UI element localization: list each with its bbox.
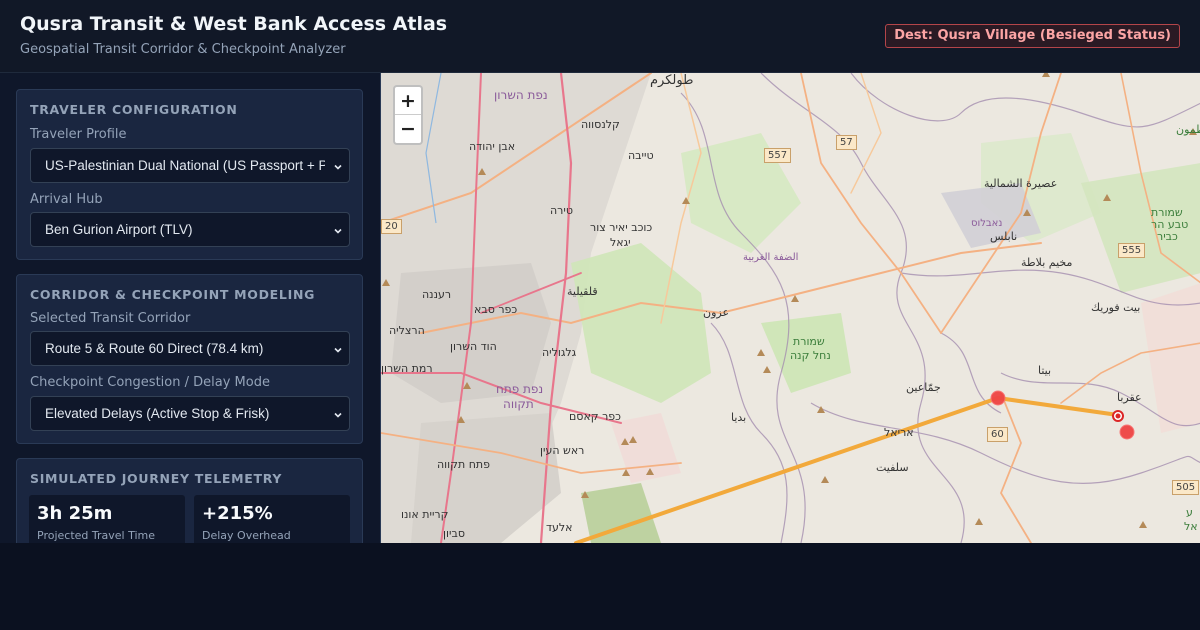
delay-overhead-metric: +215% Delay Overhead <box>194 495 350 543</box>
map-label: عزون <box>703 306 730 319</box>
delay-mode-label: Checkpoint Congestion / Delay Mode <box>30 375 270 390</box>
route-shield: 20 <box>381 219 402 234</box>
map-label: שמורת <box>793 335 825 348</box>
zoom-out-button[interactable]: − <box>395 115 421 143</box>
map-label: נפת השרון <box>494 88 548 102</box>
transit-corridor-select[interactable]: Route 5 & Route 60 Direct (78.4 km) <box>30 331 350 366</box>
zoom-in-button[interactable]: + <box>395 87 421 115</box>
travel-time-label: Projected Travel Time <box>37 529 155 542</box>
route-shield: 57 <box>836 135 857 150</box>
map-label: כפר סבא <box>474 303 518 316</box>
page-subtitle: Geospatial Transit Corridor & Checkpoint… <box>20 42 346 57</box>
page-title: Qusra Transit & West Bank Access Atlas <box>20 13 448 35</box>
corridor-modeling-heading: CORRIDOR & CHECKPOINT MODELING <box>30 287 316 302</box>
app-header: Qusra Transit & West Bank Access Atlas G… <box>0 0 1200 73</box>
travel-time-value: 3h 25m <box>37 503 113 524</box>
chevron-down-icon <box>334 228 342 234</box>
map-label: כוכב יאיר צור <box>590 221 653 234</box>
map-label: קריית אונו <box>401 508 449 521</box>
map-label: نابلس <box>990 230 1018 243</box>
map-label: טירה <box>550 204 573 217</box>
destination-marker-dot <box>1115 413 1121 419</box>
map-label: רמת השרון <box>381 362 433 375</box>
route-shield: 555 <box>1118 243 1146 258</box>
map-label: طولكرم <box>650 73 694 88</box>
map-label: נאבלוס <box>971 218 1003 229</box>
traveler-configuration-heading: TRAVELER CONFIGURATION <box>30 102 238 117</box>
map-label: נפת פתח <box>496 382 544 396</box>
map-label: ראש העין <box>540 444 585 457</box>
traveler-profile-value: US-Palestinian Dual National (US Passpor… <box>45 158 325 173</box>
app-window: Qusra Transit & West Bank Access Atlas G… <box>0 0 1200 543</box>
map-label: יגאל <box>610 236 631 249</box>
arrival-hub-value: Ben Gurion Airport (TLV) <box>45 222 193 237</box>
map-label: נחל קנה <box>790 349 831 362</box>
map-label: جمّاعين <box>906 381 941 394</box>
map-label: כפר קאסם <box>569 410 621 423</box>
map-label: الضفة الغربية <box>743 252 799 263</box>
transit-corridor-label: Selected Transit Corridor <box>30 311 191 326</box>
map-label: כביר <box>1157 230 1178 243</box>
map-label: רעננה <box>422 288 452 301</box>
checkpoint-marker[interactable] <box>990 390 1006 406</box>
map-label: بديا <box>731 411 747 424</box>
delay-overhead-value: +215% <box>202 503 273 524</box>
map-label: גלגוליה <box>542 346 577 359</box>
map-label: אריאל <box>884 426 914 439</box>
arrival-hub-label: Arrival Hub <box>30 192 103 207</box>
route-shield: 60 <box>987 427 1008 442</box>
transit-corridor-value: Route 5 & Route 60 Direct (78.4 km) <box>45 341 264 356</box>
page-footer-area <box>0 543 1200 630</box>
map-label: قلقيلية <box>567 285 598 298</box>
map-label: مخيم بلاطة <box>1021 256 1073 269</box>
map-label: הוד השרון <box>450 340 497 353</box>
map-label: טייבה <box>628 149 654 162</box>
map-label: תקווה <box>503 397 534 411</box>
chevron-down-icon <box>334 164 342 170</box>
delay-mode-select[interactable]: Elevated Delays (Active Stop & Frisk) <box>30 396 350 431</box>
zoom-control: + − <box>393 85 423 145</box>
map-label: סביון <box>443 527 465 540</box>
map-label: פתח תקווה <box>437 458 490 471</box>
checkpoint-marker[interactable] <box>1119 424 1135 440</box>
map-label: אלעד <box>546 521 573 534</box>
map-view[interactable]: + − طولكرم נפת השרון קלנסווה אבן יהודה ט… <box>380 73 1200 543</box>
chevron-down-icon <box>334 412 342 418</box>
delay-mode-value: Elevated Delays (Active Stop & Frisk) <box>45 406 270 421</box>
traveler-configuration-panel: TRAVELER CONFIGURATION Traveler Profile … <box>16 89 363 260</box>
map-label: אל <box>1184 520 1198 533</box>
journey-telemetry-panel: SIMULATED JOURNEY TELEMETRY 3h 25m Proje… <box>16 458 363 543</box>
arrival-hub-select[interactable]: Ben Gurion Airport (TLV) <box>30 212 350 247</box>
traveler-profile-select[interactable]: US-Palestinian Dual National (US Passpor… <box>30 148 350 183</box>
delay-overhead-label: Delay Overhead <box>202 529 291 542</box>
map-label: بيت فوريك <box>1091 301 1141 314</box>
destination-status-badge: Dest: Qusra Village (Besieged Status) <box>885 24 1180 48</box>
map-label: קלנסווה <box>581 118 620 131</box>
map-label: عصيرة الشمالية <box>984 177 1058 190</box>
route-shield: 557 <box>764 148 792 163</box>
route-shield: 505 <box>1172 480 1200 495</box>
map-label: הרצליה <box>389 324 425 337</box>
traveler-profile-label: Traveler Profile <box>30 127 127 142</box>
travel-time-metric: 3h 25m Projected Travel Time <box>29 495 185 543</box>
sidebar: TRAVELER CONFIGURATION Traveler Profile … <box>0 73 380 543</box>
map-label: عقربا <box>1117 391 1142 404</box>
map-label: بيتا <box>1038 364 1052 377</box>
chevron-down-icon <box>334 347 342 353</box>
map-label: سلفيت <box>876 461 909 474</box>
journey-telemetry-heading: SIMULATED JOURNEY TELEMETRY <box>30 471 283 486</box>
corridor-modeling-panel: CORRIDOR & CHECKPOINT MODELING Selected … <box>16 274 363 444</box>
map-label: אבן יהודה <box>469 140 516 153</box>
map-label: طمون <box>1176 123 1200 136</box>
map-label: ע <box>1186 506 1193 519</box>
